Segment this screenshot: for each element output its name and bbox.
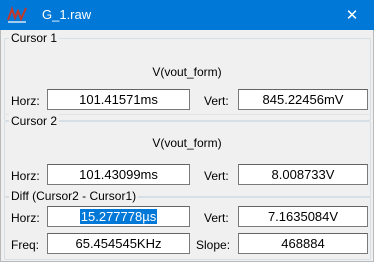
cursor2-group: Cursor 2 <box>4 114 371 198</box>
divider <box>4 114 371 115</box>
diff-legend: Diff (Cursor2 - Cursor1) <box>9 189 139 203</box>
cursor2-vert-label: Vert: <box>204 169 229 183</box>
cursor1-horz-field[interactable]: 101.41571ms <box>47 89 190 110</box>
diff-slope-label: Slope: <box>196 238 231 252</box>
diff-horz-label: Horz: <box>11 211 40 225</box>
title-bar[interactable]: G_1.raw ✕ <box>0 0 374 30</box>
cursor2-vert-field[interactable]: 8.008733V <box>238 164 368 185</box>
diff-vert-label: Vert: <box>204 211 229 225</box>
cursor1-horz-label: Horz: <box>11 94 40 108</box>
close-button[interactable]: ✕ <box>330 0 374 30</box>
diff-slope-field[interactable]: 468884 <box>238 233 368 254</box>
window-title: G_1.raw <box>42 7 92 22</box>
diff-horz-field[interactable]: 15.277778µs <box>47 206 190 227</box>
cursor2-horz-label: Horz: <box>11 169 40 183</box>
diff-horz-selected-text: 15.277778µs <box>79 209 158 224</box>
cursor1-vert-field[interactable]: 845.22456mV <box>238 89 368 110</box>
cursor2-legend: Cursor 2 <box>9 114 60 128</box>
close-icon: ✕ <box>345 7 359 24</box>
diff-freq-field[interactable]: 65.454545KHz <box>47 233 190 254</box>
waveform-app-icon <box>7 6 27 23</box>
cursor1-legend: Cursor 1 <box>9 31 60 45</box>
diff-freq-label: Freq: <box>11 238 40 252</box>
cursor1-vert-label: Vert: <box>204 94 229 108</box>
diff-vert-field[interactable]: 7.1635084V <box>238 206 368 227</box>
cursor2-trace-name: V(vout_form) <box>152 136 222 150</box>
cursor1-trace-name: V(vout_form) <box>152 65 222 79</box>
cursor-readout-panel: Cursor 1 V(vout_form) Horz: 101.41571ms … <box>0 30 374 262</box>
cursor2-horz-field[interactable]: 101.43099ms <box>47 164 190 185</box>
